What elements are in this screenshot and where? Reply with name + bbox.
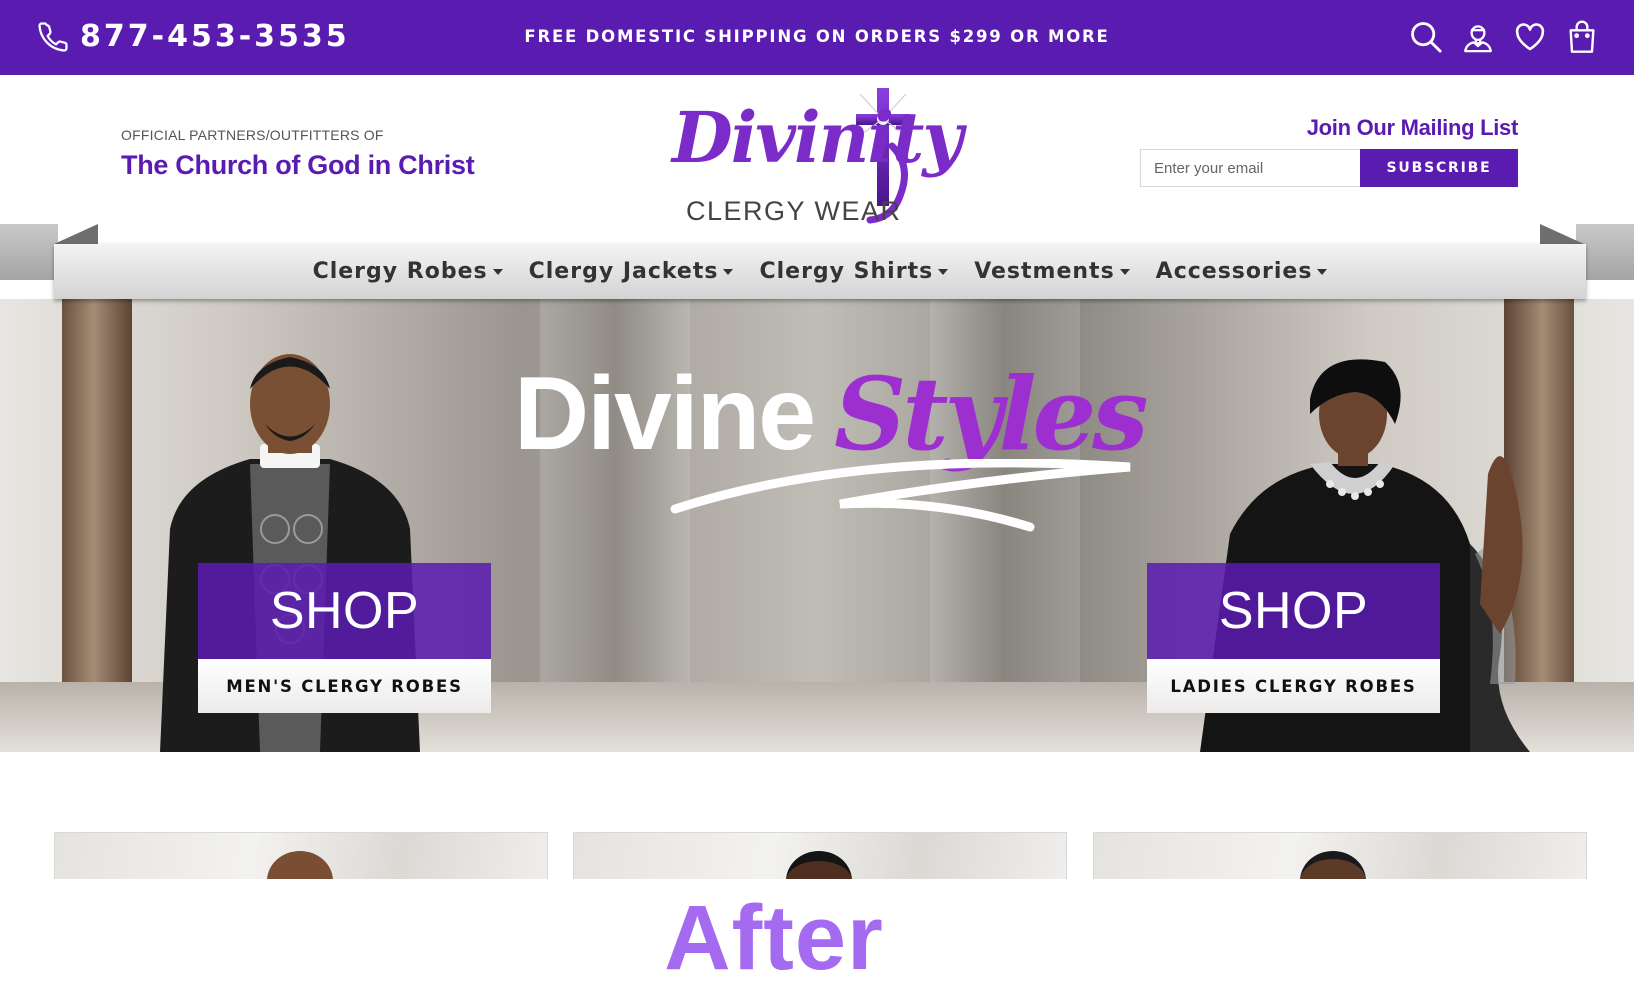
nav-label: Vestments	[974, 259, 1115, 284]
nav-label: Clergy Robes	[312, 259, 488, 284]
nav-clergy-shirts[interactable]: Clergy Shirts	[759, 259, 949, 284]
mailing-list-title: Join Our Mailing List	[1306, 115, 1519, 140]
nav-label: Clergy Jackets	[528, 259, 719, 284]
logo-subtitle: CLERGY WEAR	[686, 196, 902, 226]
caret-down-icon	[723, 268, 734, 275]
nav-clergy-robes[interactable]: Clergy Robes	[313, 259, 503, 284]
shipping-promo: FREE DOMESTIC SHIPPING ON ORDERS $299 OR…	[524, 27, 1110, 46]
shop-ladies-label: LADIES CLERGY ROBES	[1170, 676, 1417, 696]
partner-label: OFFICIAL PARTNERS/OUTFITTERS OF	[121, 127, 384, 143]
nav-accessories[interactable]: Accessories	[1156, 259, 1328, 284]
main-nav: Clergy Robes Clergy Jackets Clergy Shirt…	[54, 244, 1586, 299]
caret-down-icon	[1317, 268, 1328, 275]
after-label: After	[664, 887, 884, 989]
ribbon-tail-left	[0, 224, 58, 280]
ribbon-fold-left	[54, 224, 98, 244]
shop-mens-label: MEN'S CLERGY ROBES	[226, 676, 463, 696]
nav-vestments[interactable]: Vestments	[974, 259, 1130, 284]
shop-mens-word: SHOP	[269, 582, 420, 640]
product-card[interactable]	[54, 832, 548, 879]
hero-title-divine: Divine	[514, 356, 816, 472]
product-model-image	[267, 851, 333, 879]
shop-mens-bottom: MEN'S CLERGY ROBES	[198, 659, 491, 713]
top-icons	[1400, 16, 1608, 58]
shop-ladies-robes-card[interactable]: SHOP LADIES CLERGY ROBES	[1147, 563, 1440, 713]
hero-banner: Divine Styles SHOP MEN'S CLERGY ROBES SH…	[0, 299, 1634, 752]
hero-title: Divine Styles	[514, 355, 1149, 473]
ribbon-fold-right	[1540, 224, 1584, 244]
product-model-image	[786, 851, 852, 879]
wishlist-icon[interactable]	[1504, 16, 1556, 58]
logo-wordmark: Divinity	[672, 96, 963, 179]
nav-label: Clergy Shirts	[759, 259, 934, 284]
shop-mens-top: SHOP	[198, 563, 491, 659]
product-model-image	[1300, 851, 1366, 879]
subscribe-button[interactable]: SUBSCRIBE	[1360, 149, 1518, 187]
nav-label: Accessories	[1155, 259, 1313, 284]
partner-church-name[interactable]: The Church of God in Christ	[121, 148, 475, 182]
caret-down-icon	[938, 268, 949, 275]
shop-ladies-top: SHOP	[1147, 563, 1440, 659]
product-card[interactable]	[573, 832, 1067, 879]
account-icon[interactable]	[1452, 16, 1504, 58]
cart-icon[interactable]	[1556, 16, 1608, 58]
nav-clergy-jackets[interactable]: Clergy Jackets	[529, 259, 734, 284]
caret-down-icon	[492, 268, 503, 275]
caret-down-icon	[1119, 268, 1130, 275]
search-icon[interactable]	[1400, 16, 1452, 58]
hero-swoosh-decoration	[670, 459, 1131, 532]
hero-title-styles: Styles	[834, 355, 1148, 473]
top-bar: 877-453-3535 FREE DOMESTIC SHIPPING ON O…	[0, 0, 1634, 75]
product-card[interactable]	[1093, 832, 1587, 879]
shop-ladies-word: SHOP	[1218, 582, 1369, 640]
shop-ladies-bottom: LADIES CLERGY ROBES	[1147, 659, 1440, 713]
email-input[interactable]	[1140, 149, 1360, 187]
shop-mens-robes-card[interactable]: SHOP MEN'S CLERGY ROBES	[198, 563, 491, 713]
site-logo[interactable]: Divinity CLERGY WEAR	[660, 86, 963, 232]
